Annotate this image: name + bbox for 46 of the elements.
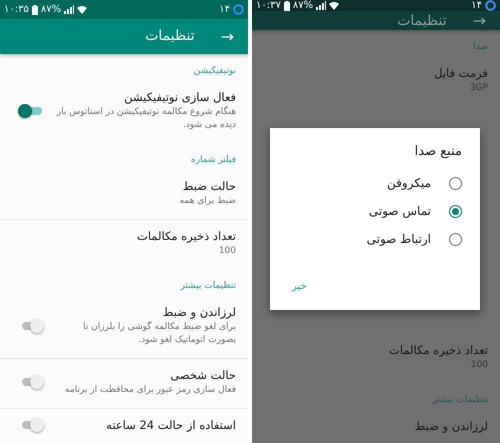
settings-row[interactable]: حالت ضبط ضبط برای همه [0, 170, 248, 220]
battery-icon [32, 4, 38, 15]
setting-summary: ضبط برای همه [178, 194, 236, 208]
app-bar-title: تنظیمات [145, 28, 195, 44]
date-text: ۱۴ [219, 4, 230, 16]
signal-icon [64, 5, 74, 14]
clock-text: ۱۰:۳۷ [256, 0, 281, 11]
clock-text: ۱۰:۳۵ [4, 4, 29, 16]
setting-summary: 100 [218, 244, 236, 258]
section-header: نوتیفیکیشن [192, 64, 237, 78]
setting-title: لرزاندن و ضبط [162, 304, 236, 319]
app-bar-title: تنظیمات [397, 12, 447, 28]
setting-summary: فعال سازی رمز عبور برای محافظت از برنامه [64, 384, 236, 397]
settings-row[interactable]: حالت شخصی فعال سازی رمز عبور برای محافظت از برنامه [0, 358, 248, 409]
section-header: تنظیمات بیشتر [431, 394, 489, 408]
signal-icon [316, 1, 326, 10]
setting-title: فعال سازی نوتیفیکیشن [123, 90, 236, 104]
setting-title: تعداد ذخیره مکالمات [136, 228, 236, 243]
battery-text: ۸۷% [40, 4, 62, 16]
settings-row[interactable]: فعال سازی نوتیفیکیشن هنگام شروع مکالمه نوتیفیکیشن در استاتوس بار دیده می شود. [0, 80, 248, 143]
dialog-title: منبع صدا [414, 144, 462, 160]
notification-icon [485, 0, 496, 11]
battery-text: ۸۷% [292, 0, 314, 11]
setting-title: تعداد ذخیره مکالمات [388, 343, 488, 358]
settings-row[interactable]: لرزاندن و ضبط برای لغو ضبط مکالمه گوشی را بلرزان تا بصورت اتوماتیک لغو شود. [0, 296, 248, 359]
setting-title: لرزاندن و ضبط [414, 419, 488, 434]
radio-option[interactable]: تماس صوتی [288, 197, 462, 226]
date-text: ۱۴ [471, 0, 482, 11]
section-header: صدا [472, 41, 489, 54]
wifi-icon [329, 2, 340, 10]
section-header: تنظیمات بیشتر [179, 280, 237, 293]
battery-icon [284, 0, 290, 10]
setting-summary: برای لغو ضبط مکالمه گوشی را بلرزان تا بصورت اتوماتیک لغو شود. [82, 320, 236, 347]
wifi-icon [77, 6, 88, 14]
setting-title: حالت ضبط [182, 178, 236, 193]
back-button[interactable]: → [220, 26, 234, 46]
setting-summary: هنگام شروع مکالمه نوتیفیکیشن در استاتوس بار دیده می شود. [55, 106, 236, 132]
notification-icon [233, 4, 244, 16]
section-header: فیلتر شماره [190, 154, 237, 167]
back-button[interactable]: → [472, 11, 486, 30]
radio-option[interactable]: ارتباط صوتی [288, 225, 462, 254]
setting-title: فرمت فایل [433, 66, 488, 80]
radio-option[interactable]: میکروفن [288, 169, 462, 198]
setting-title: استفاده از حالت 24 ساعته [105, 418, 236, 432]
setting-title: حالت شخصی [169, 368, 236, 382]
settings-row[interactable]: استفاده از حالت 24 ساعته [0, 409, 248, 443]
